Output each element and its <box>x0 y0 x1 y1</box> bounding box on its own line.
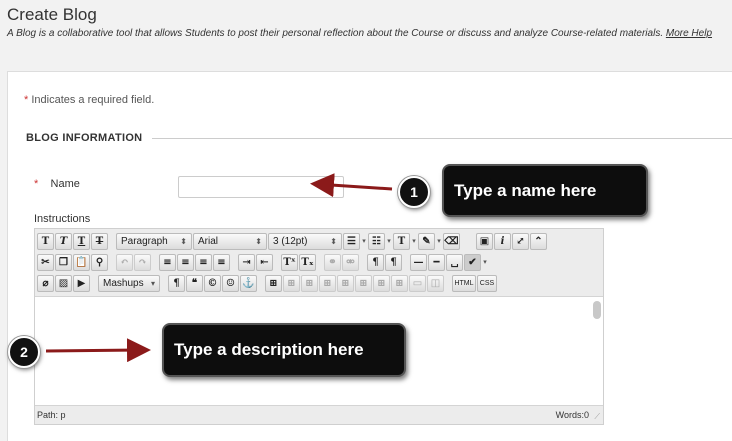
arrow-2 <box>45 338 151 363</box>
arrow-1 <box>310 173 393 198</box>
callout-2: Type a description here <box>162 323 406 377</box>
callout-number-1: 1 <box>398 176 430 208</box>
callout-1: Type a name here <box>442 164 648 217</box>
callout-number-2: 2 <box>8 336 40 368</box>
